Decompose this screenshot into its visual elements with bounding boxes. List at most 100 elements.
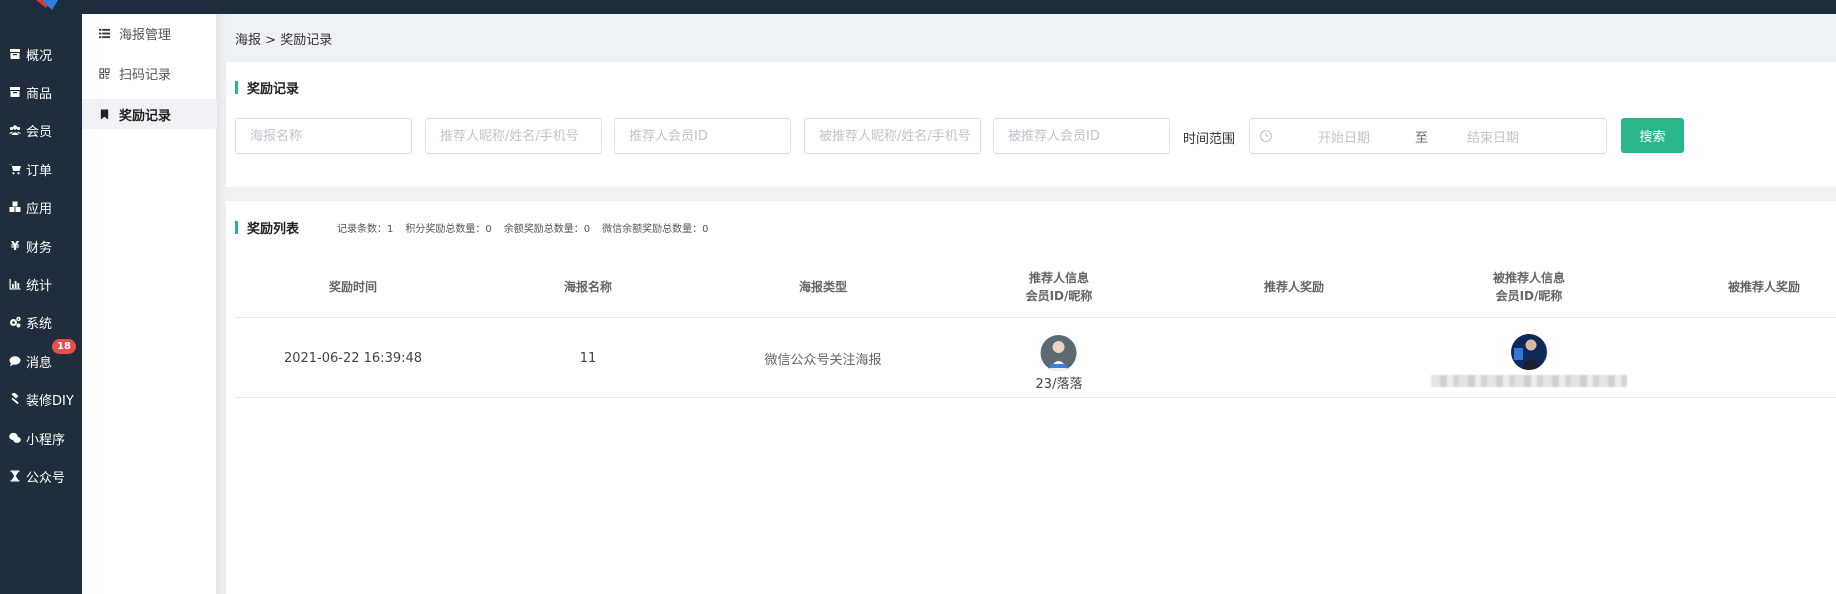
referrer-avatar	[1041, 335, 1077, 371]
nav-item-label: 小程序	[26, 432, 66, 448]
yen-icon: ¥	[10, 239, 20, 253]
column-header-label: 被推荐人奖励	[1727, 279, 1801, 294]
cell-poster-name: 11	[579, 351, 597, 366]
filter-panel-title: 奖励记录	[235, 78, 299, 97]
cell-reward-time: 2021-06-22 16:39:48	[283, 351, 423, 366]
column-header-referee-info: 被推荐人信息 会员ID/昵称	[1493, 255, 1565, 318]
breadcrumb-separator: >	[261, 33, 281, 48]
gears-icon	[7, 314, 23, 330]
nav-item-system[interactable]: 系统	[0, 307, 82, 337]
subnav-item-scan-records[interactable]: 扫码记录	[82, 58, 217, 88]
bookmark-icon	[99, 107, 113, 121]
top-bar	[0, 0, 1836, 14]
nav-item-label: 统计	[26, 278, 53, 294]
time-range-label: 时间范围	[1183, 132, 1236, 147]
subnav-item-label: 扫码记录	[119, 67, 172, 83]
column-header-referrer-reward: 推荐人奖励	[1264, 255, 1324, 318]
date-range-separator: 至	[1415, 130, 1429, 146]
users-icon	[7, 122, 23, 138]
cart-icon	[7, 161, 23, 177]
referee-id-input[interactable]	[993, 118, 1170, 154]
breadcrumb-parent[interactable]: 海报	[235, 33, 261, 48]
nav-item-statistics[interactable]: 统计	[0, 269, 82, 299]
referrer-id-input[interactable]	[614, 118, 791, 154]
nav-item-products[interactable]: 商品	[0, 77, 82, 107]
gavel-icon	[7, 391, 23, 407]
start-date-input[interactable]: 开始日期	[1318, 127, 1370, 146]
nav-item-label: 装修DIY	[26, 393, 74, 409]
nav-item-label: 应用	[26, 201, 53, 217]
nav-item-label: 订单	[26, 163, 53, 179]
qrcode-icon	[99, 66, 113, 80]
nav-item-label: 会员	[26, 124, 53, 140]
subnav-item-poster-management[interactable]: 海报管理	[82, 18, 217, 48]
column-header-label: 海报类型	[798, 279, 848, 294]
nav-item-label: 公众号	[26, 470, 66, 486]
wechat-icon	[7, 430, 23, 446]
chat-icon	[7, 353, 23, 369]
cell-referee-info	[1431, 319, 1627, 398]
column-header-label: 海报名称	[563, 279, 613, 294]
column-header-label: 推荐人奖励	[1263, 279, 1325, 294]
table-header: 奖励时间 海报名称 海报类型 推荐人信息 会员ID/昵称 推荐人奖励 被推荐人信息…	[235, 255, 1836, 318]
box-icon	[7, 84, 23, 100]
list-panel-title-text: 奖励列表	[247, 222, 300, 237]
table-row: 2021-06-22 16:39:48 11 微信公众号关注海报 23/落落	[235, 319, 1836, 398]
filter-panel-title-text: 奖励记录	[247, 82, 300, 97]
nav-item-label: 消息	[26, 355, 53, 371]
title-accent-bar	[235, 221, 238, 234]
subnav-item-label: 奖励记录	[119, 108, 172, 124]
end-date-input[interactable]: 结束日期	[1467, 127, 1519, 146]
column-header-poster-type: 海报类型	[799, 255, 847, 318]
nav-item-messages[interactable]: 消息 18	[0, 339, 82, 376]
stat-balance-reward-total: 余额奖励总数量：0	[503, 224, 591, 235]
date-range-picker[interactable]: 开始日期 至 结束日期	[1249, 118, 1607, 154]
cell-referrer-info: 23/落落	[1035, 319, 1083, 398]
column-header-label: 奖励时间	[328, 279, 378, 294]
nav-item-official-account[interactable]: 公众号	[0, 461, 82, 491]
poster-name-input[interactable]	[235, 118, 412, 154]
nav-item-orders[interactable]: 订单	[0, 154, 82, 184]
list-panel-title: 奖励列表	[235, 218, 299, 237]
message-count-badge: 18	[52, 339, 76, 354]
nav-item-label: 概况	[26, 48, 53, 64]
subnav-item-label: 海报管理	[119, 27, 172, 43]
column-header-reward-time: 奖励时间	[329, 255, 377, 318]
referee-avatar	[1511, 334, 1547, 370]
referee-id-nickname-redacted	[1431, 375, 1627, 387]
referrer-id-nickname: 23/落落	[1035, 377, 1083, 392]
stat-wechat-balance-reward-total: 微信余额奖励总数量：0	[602, 224, 709, 235]
column-header-poster-name: 海报名称	[564, 255, 612, 318]
column-header-sublabel: 会员ID/昵称	[1025, 288, 1093, 303]
nav-item-mini-program[interactable]: 小程序	[0, 423, 82, 453]
nav-item-label: 系统	[26, 316, 53, 332]
logo-icon	[36, 0, 58, 10]
column-header-referrer-info: 推荐人信息 会员ID/昵称	[1026, 255, 1093, 318]
search-button[interactable]: 搜索	[1621, 118, 1684, 153]
clock-icon	[1259, 129, 1273, 143]
stat-record-count: 记录条数：1	[337, 224, 394, 235]
nav-item-finance[interactable]: ¥ 财务	[0, 231, 82, 261]
summary-stats: 记录条数：1 积分奖励总数量：0 余额奖励总数量：0 微信余额奖励总数量：0	[337, 220, 709, 235]
referee-input[interactable]	[804, 118, 981, 154]
breadcrumb: 海报 > 奖励记录	[235, 29, 332, 48]
nav-item-members[interactable]: 会员	[0, 115, 82, 145]
subnav-item-reward-records[interactable]: 奖励记录	[82, 99, 217, 129]
cell-poster-type: 微信公众号关注海报	[764, 353, 882, 368]
content-edge-shadow	[217, 14, 226, 594]
bar-chart-icon	[7, 276, 23, 292]
list-icon	[99, 26, 113, 40]
nav-item-overview[interactable]: 概况	[0, 39, 82, 69]
column-header-referee-reward: 被推荐人奖励	[1728, 255, 1800, 318]
nav-item-label: 财务	[26, 240, 53, 256]
cubes-icon	[7, 199, 23, 215]
nav-item-apps[interactable]: 应用	[0, 192, 82, 222]
breadcrumb-current: 奖励记录	[280, 33, 333, 48]
column-header-sublabel: 会员ID/昵称	[1495, 288, 1563, 303]
nav-item-label: 商品	[26, 86, 53, 102]
sub-nav: 海报管理 扫码记录 奖励记录	[82, 14, 217, 594]
nav-item-decoration-diy[interactable]: 装修DIY	[0, 384, 82, 414]
title-accent-bar	[235, 81, 238, 94]
referrer-input[interactable]	[425, 118, 602, 154]
archive-icon	[7, 46, 23, 62]
